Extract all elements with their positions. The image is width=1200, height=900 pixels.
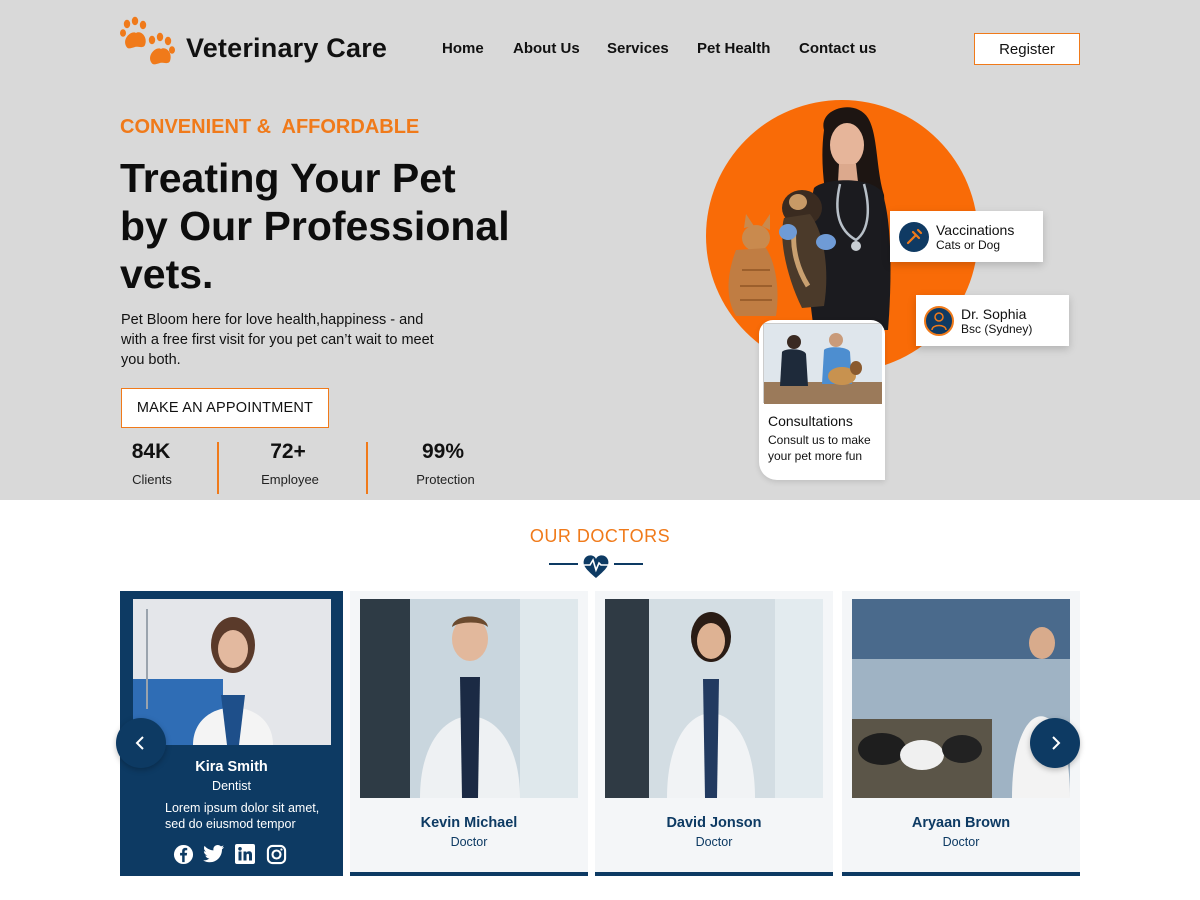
headline-line-2: by Our Professional — [120, 203, 510, 249]
card-underline — [350, 872, 588, 876]
headline-line-3: vets. — [120, 251, 214, 297]
stat-divider — [366, 442, 368, 494]
twitter-icon[interactable] — [203, 843, 225, 865]
brand-name[interactable]: Veterinary Care — [186, 33, 387, 64]
featured-doctor-role: Dentist — [212, 779, 251, 793]
paw-icon — [120, 16, 175, 65]
hero-description: Pet Bloom here for love health,happiness… — [121, 312, 434, 368]
instagram-icon[interactable] — [265, 843, 287, 865]
nav-pet-health[interactable]: Pet Health — [697, 40, 770, 57]
doctor-name: Kevin Michael — [420, 815, 518, 831]
headline-line-1: Treating Your Pet — [120, 155, 456, 201]
featured-doctor-text: Lorem ipsum dolor sit amet, sed do eiusm… — [165, 801, 320, 831]
doctor-name: David Jonson — [666, 815, 762, 831]
doctor-photo — [360, 599, 578, 798]
doctor-icon — [924, 305, 954, 336]
consultations-title: Consultations — [768, 413, 853, 429]
stat-clients-value: 84K — [131, 440, 171, 463]
doctor-card[interactable]: Kevin Michael Doctor — [350, 591, 588, 876]
section-title: OUR DOCTORS — [529, 526, 671, 546]
doctor-badge[interactable]: Dr. Sophia Bsc (Sydney) — [916, 295, 1069, 346]
chevron-right-icon — [1052, 736, 1061, 750]
vaccinations-subtitle: Cats or Dog — [936, 237, 1001, 252]
syringe-icon — [899, 221, 929, 252]
consultations-card[interactable]: Consultations Consult us to make your pe… — [759, 320, 885, 480]
stat-employee-label: Employee — [261, 472, 319, 487]
hero-tagline: CONVENIENT & AFFORDABLE — [120, 116, 420, 138]
doctor-role: Doctor — [942, 835, 980, 849]
stat-clients-label: Clients — [132, 472, 172, 487]
nav-home[interactable]: Home — [442, 40, 484, 57]
chevron-left-icon — [135, 736, 144, 750]
doctor-photo — [133, 599, 331, 745]
stat-divider — [217, 442, 219, 494]
consultation-photo — [763, 323, 882, 404]
stat-protection-value: 99% — [421, 440, 465, 463]
social-links — [172, 843, 287, 865]
doctor-card[interactable]: David Jonson Doctor — [595, 591, 833, 876]
card-underline — [842, 872, 1080, 876]
doctor-role: Doctor — [695, 835, 733, 849]
doctor-badge-subtitle: Bsc (Sydney) — [961, 321, 1033, 336]
doctor-name: Aryaan Brown — [911, 815, 1011, 831]
vaccinations-title: Vaccinations — [936, 221, 1015, 238]
stat-employee-value: 72+ — [270, 440, 306, 463]
carousel-prev-button[interactable] — [116, 718, 166, 768]
nav-contact-us[interactable]: Contact us — [799, 40, 877, 57]
register-button[interactable]: Register — [974, 33, 1080, 65]
nav-services[interactable]: Services — [607, 40, 669, 57]
doctor-role: Doctor — [450, 835, 488, 849]
consultations-text: Consult us to make your pet more fun — [768, 433, 871, 463]
heartbeat-icon — [549, 555, 643, 578]
facebook-icon[interactable] — [172, 843, 194, 865]
stat-protection-label: Protection — [416, 472, 475, 487]
carousel-next-button[interactable] — [1030, 718, 1080, 768]
doctor-badge-title: Dr. Sophia — [961, 305, 1027, 322]
vaccinations-badge[interactable]: Vaccinations Cats or Dog — [890, 211, 1043, 262]
doctor-photo — [605, 599, 823, 798]
doctor-photo — [852, 599, 1070, 798]
nav-about-us[interactable]: About Us — [513, 40, 580, 57]
card-underline — [595, 872, 833, 876]
linkedin-icon[interactable] — [234, 843, 256, 865]
hero-headline: Treating Your Pet by Our Professional ve… — [120, 154, 540, 298]
make-appointment-button[interactable]: MAKE AN APPOINTMENT — [121, 388, 329, 428]
